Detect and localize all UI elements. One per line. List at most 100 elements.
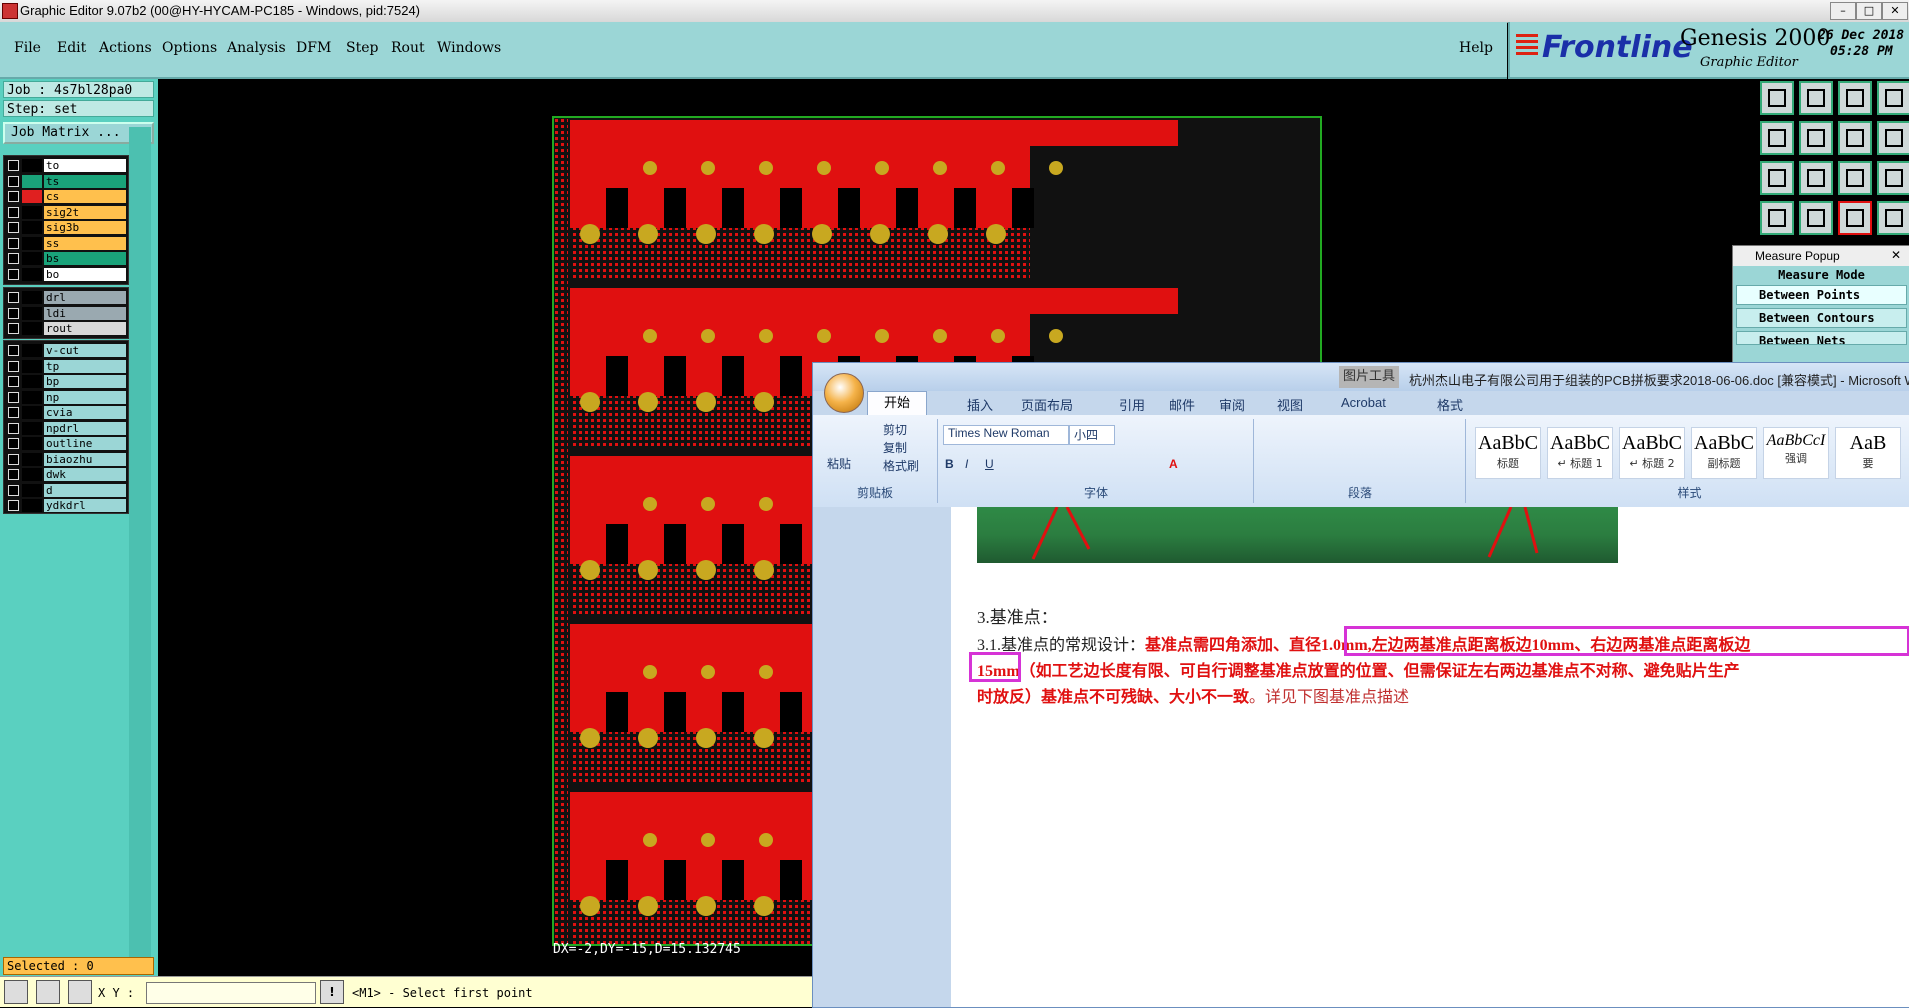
ribbon-tab[interactable]: 插入 — [967, 395, 993, 414]
fit-icon[interactable] — [1760, 161, 1794, 195]
layer-color-swatch[interactable] — [22, 221, 42, 234]
between-points-option[interactable]: Between Points — [1736, 285, 1907, 305]
style-gallery-item[interactable]: AaBbCcI 强调 — [1763, 427, 1829, 479]
measure-icon[interactable] — [1838, 201, 1872, 235]
layer-row[interactable]: rout — [4, 321, 128, 336]
italic-button[interactable]: I — [965, 457, 968, 471]
document-page[interactable]: 3.基准点： 3.1.基准点的常规设计：基准点需四角添加、直径1.0mm,左边两… — [951, 506, 1909, 1007]
layer-name[interactable]: biaozhu — [44, 452, 126, 466]
save-icon[interactable] — [1877, 81, 1909, 115]
layer-color-swatch[interactable] — [22, 252, 42, 265]
layer-checkbox[interactable] — [8, 191, 19, 202]
ratio-icon[interactable] — [1838, 161, 1872, 195]
info-icon[interactable] — [1877, 121, 1909, 155]
line-icon[interactable] — [1799, 201, 1833, 235]
layer-row[interactable]: tp — [4, 359, 128, 374]
layer-row[interactable]: v-cut — [4, 343, 128, 358]
net-icon[interactable] — [1877, 201, 1909, 235]
scale-icon[interactable] — [1838, 121, 1872, 155]
layer-color-swatch[interactable] — [22, 359, 42, 373]
layer-name[interactable]: to — [44, 159, 126, 172]
layer-color-swatch[interactable] — [22, 306, 42, 320]
layer-name[interactable]: npdrl — [44, 421, 126, 435]
layer-checkbox[interactable] — [8, 206, 19, 218]
layer-color-swatch[interactable] — [22, 421, 42, 435]
layer-checkbox[interactable] — [8, 160, 19, 171]
menu-dfm[interactable]: DFM — [296, 40, 331, 56]
layer-row[interactable]: sig3b — [4, 220, 128, 235]
menu-help[interactable]: Help — [1459, 40, 1493, 56]
style-gallery-item[interactable]: AaBbC 标题 — [1475, 427, 1541, 479]
layer-checkbox[interactable] — [8, 345, 19, 356]
grid-icon[interactable] — [68, 980, 92, 1004]
layer-checkbox[interactable] — [8, 469, 19, 480]
layer-checkbox[interactable] — [8, 453, 19, 465]
layer-color-swatch[interactable] — [22, 236, 42, 250]
layer-color-swatch[interactable] — [22, 205, 42, 219]
layer-name[interactable]: bs — [44, 252, 126, 265]
maximize-button[interactable]: □ — [1856, 2, 1882, 20]
ribbon-tab[interactable]: Acrobat — [1341, 395, 1386, 410]
snap-icon[interactable] — [1760, 201, 1794, 235]
layer-checkbox[interactable] — [8, 307, 19, 319]
layer-row[interactable]: dwk — [4, 467, 128, 482]
zoom-home-icon[interactable] — [1760, 81, 1794, 115]
layer-color-swatch[interactable] — [22, 174, 42, 188]
layer-color-swatch[interactable] — [22, 344, 42, 357]
layer-checkbox[interactable] — [8, 360, 19, 372]
close-icon[interactable]: ✕ — [1891, 248, 1901, 262]
layer-checkbox[interactable] — [8, 484, 19, 496]
layer-row[interactable]: outline — [4, 436, 128, 451]
close-button[interactable]: ✕ — [1882, 2, 1908, 20]
layer-name[interactable]: ydkdrl — [44, 499, 126, 512]
layer-name[interactable]: dwk — [44, 468, 126, 481]
layer-row[interactable]: np — [4, 390, 128, 405]
layer-row[interactable]: bo — [4, 267, 128, 282]
layer-row[interactable]: ss — [4, 236, 128, 251]
underline-button[interactable]: U — [985, 457, 994, 471]
layer-color-swatch[interactable] — [22, 452, 42, 466]
layer-name[interactable]: ss — [44, 236, 126, 250]
layer-row[interactable]: npdrl — [4, 421, 128, 436]
layer-color-swatch[interactable] — [22, 190, 42, 203]
layer-color-swatch[interactable] — [22, 468, 42, 481]
layer-name[interactable]: d — [44, 483, 126, 497]
center-icon[interactable] — [1799, 161, 1833, 195]
layer-name[interactable]: tp — [44, 359, 126, 373]
menu-file[interactable]: File — [14, 40, 41, 56]
layer-name[interactable]: ldi — [44, 306, 126, 320]
layer-name[interactable]: bp — [44, 375, 126, 388]
ribbon-tab[interactable]: 审阅 — [1219, 395, 1245, 414]
layer-row[interactable]: sig2t — [4, 205, 128, 220]
pan-left-icon[interactable] — [1760, 121, 1794, 155]
menu-actions[interactable]: Actions — [99, 40, 152, 56]
layer-name[interactable]: sig3b — [44, 221, 126, 234]
layer-color-swatch[interactable] — [22, 159, 42, 172]
between-contours-option[interactable]: Between Contours — [1736, 308, 1907, 328]
layer-name[interactable]: ts — [44, 174, 126, 188]
menu-windows[interactable]: Windows — [437, 40, 501, 56]
font-color-button[interactable]: A — [1169, 457, 1178, 471]
layer-row[interactable]: ts — [4, 174, 128, 189]
home-icon[interactable] — [1838, 81, 1872, 115]
layer-name[interactable]: np — [44, 390, 126, 404]
font-size-select[interactable]: 小四 — [1069, 425, 1115, 445]
format-painter-button[interactable]: 格式刷 — [883, 457, 919, 474]
layer-row[interactable]: ldi — [4, 306, 128, 321]
pan-right-icon[interactable] — [1799, 121, 1833, 155]
layer-checkbox[interactable] — [8, 175, 19, 187]
layer-color-swatch[interactable] — [22, 406, 42, 419]
style-gallery-item[interactable]: AaBbC ↵ 标题 1 — [1547, 427, 1613, 479]
layer-row[interactable]: bs — [4, 251, 128, 266]
layer-panel-scrollbar[interactable] — [129, 127, 151, 957]
layer-checkbox[interactable] — [8, 407, 19, 418]
picture-tools-tab[interactable]: 图片工具 — [1339, 366, 1399, 388]
copy-button[interactable]: 复制 — [883, 439, 907, 456]
layer-checkbox[interactable] — [8, 500, 19, 511]
menu-rout[interactable]: Rout — [391, 40, 425, 56]
layer-row[interactable]: ydkdrl — [4, 498, 128, 513]
layer-color-swatch[interactable] — [22, 499, 42, 512]
layer-checkbox[interactable] — [8, 323, 19, 334]
layer-checkbox[interactable] — [8, 222, 19, 233]
ribbon-tab[interactable]: 格式 — [1437, 395, 1463, 414]
